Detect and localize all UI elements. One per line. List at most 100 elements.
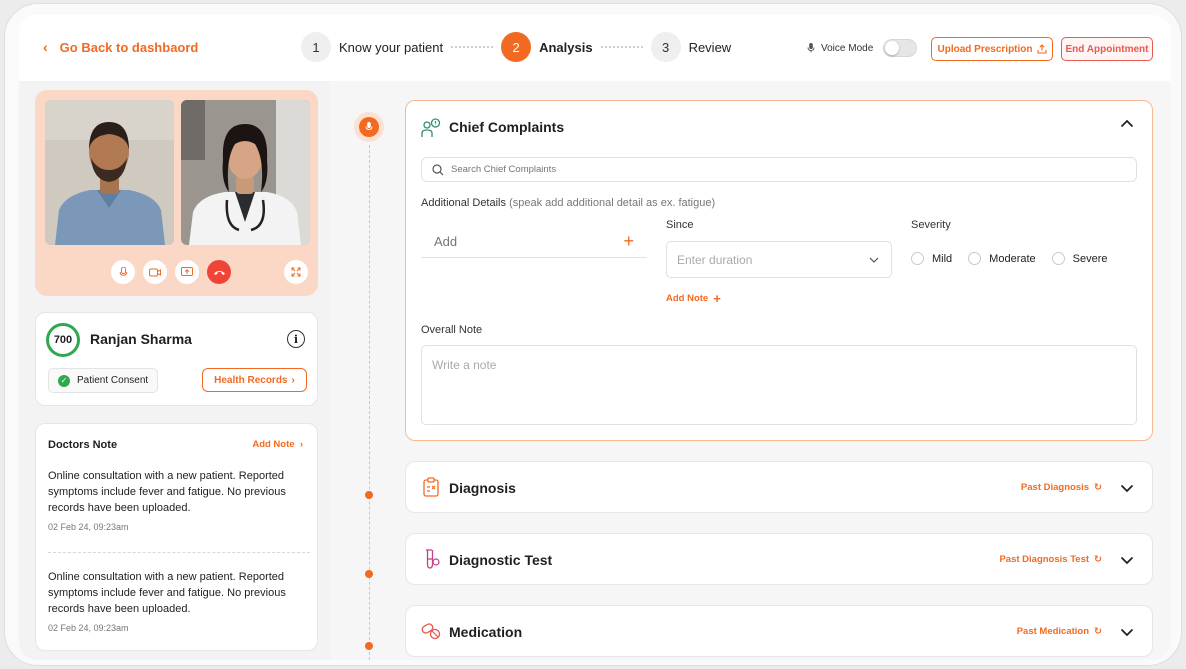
past-diagnosis-test-label: Past Diagnosis Test (999, 554, 1090, 565)
back-to-dashboard-link[interactable]: ‹ Go Back to dashbaord (43, 39, 198, 55)
note-text: Online consultation with a new patient. … (48, 571, 286, 615)
chief-complaints-title: Chief Complaints (449, 119, 565, 135)
add-detail-input[interactable] (434, 234, 584, 249)
note-item: Online consultation with a new patient. … (48, 569, 310, 633)
search-input[interactable] (451, 164, 751, 175)
test-tube-icon (426, 549, 440, 569)
video-call-panel (35, 90, 318, 296)
upload-label: Upload Prescription (937, 43, 1033, 55)
past-diagnosis-link[interactable]: Past Diagnosis ↻ (1021, 482, 1102, 493)
doctors-note-title: Doctors Note (48, 439, 118, 451)
step-label: Review (688, 39, 732, 55)
share-screen-button[interactable] (175, 260, 199, 284)
radio-circle (911, 252, 924, 265)
overall-note-label: Overall Note (421, 324, 483, 336)
note-timestamp: 02 Feb 24, 09:23am (48, 522, 129, 532)
doctor-video-image (181, 100, 310, 245)
medication-section[interactable]: Medication Past Medication ↻ (405, 605, 1153, 657)
refresh-icon: ↻ (1094, 554, 1102, 565)
additional-details-label: Additional Details (speak add additional… (421, 197, 715, 209)
chevron-right-icon: › (297, 439, 303, 450)
timeline-dot (365, 570, 373, 578)
voice-input-indicator[interactable] (354, 112, 384, 142)
patient-video-feed (45, 100, 174, 245)
back-label: Go Back to dashbaord (59, 39, 199, 55)
past-diagnosis-label: Past Diagnosis (1020, 482, 1090, 493)
refresh-icon: ↻ (1094, 626, 1102, 637)
doctor-video-feed (181, 100, 310, 245)
past-medication-link[interactable]: Past Medication ↻ (1017, 626, 1102, 637)
clipboard-icon (423, 477, 439, 497)
step-label: Analysis (539, 39, 593, 55)
past-diagnosis-test-link[interactable]: Past Diagnosis Test ↻ (999, 554, 1102, 565)
duration-select[interactable]: Enter duration (666, 241, 892, 278)
info-icon[interactable]: i (287, 330, 305, 348)
end-appointment-button[interactable]: End Appointment (1061, 37, 1153, 61)
upload-prescription-button[interactable]: Upload Prescription (931, 37, 1053, 61)
severity-moderate-radio[interactable]: Moderate (968, 252, 1036, 265)
diagnostic-test-section[interactable]: Diagnostic Test Past Diagnosis Test ↻ (405, 533, 1153, 585)
refresh-icon: ↻ (1094, 482, 1102, 493)
severity-label: Severity (911, 219, 951, 231)
chevron-down-icon[interactable] (1120, 481, 1134, 496)
past-medication-label: Past Medication (1016, 626, 1090, 637)
microphone-icon (119, 266, 127, 276)
microphone-icon (807, 43, 815, 53)
device-frame: ‹ Go Back to dashbaord 1 Know your patie… (4, 3, 1182, 666)
timeline-line (369, 145, 370, 660)
step-know-your-patient[interactable]: 1 Know your patient (301, 32, 443, 62)
radio-circle (968, 252, 982, 265)
camera-button[interactable] (143, 260, 167, 284)
add-note-button[interactable]: Add Note + (666, 291, 721, 306)
note-text: Online consultation with a new patient. … (48, 470, 286, 514)
add-note-link[interactable]: Add Note › (252, 439, 303, 450)
end-call-button[interactable] (207, 260, 231, 284)
plus-icon[interactable]: + (623, 231, 634, 252)
chief-complaints-card: Chief Complaints Additional Details (spe… (405, 100, 1153, 441)
diagnosis-section[interactable]: Diagnosis Past Diagnosis ↻ (405, 461, 1153, 513)
app-screen: ‹ Go Back to dashbaord 1 Know your patie… (19, 15, 1171, 660)
severity-mild-radio[interactable]: Mild (911, 252, 952, 265)
note-timestamp: 02 Feb 24, 09:23am (48, 623, 129, 633)
share-screen-icon (181, 267, 193, 276)
chevron-left-icon: ‹ (43, 39, 48, 55)
health-records-label: Health Records (214, 374, 288, 386)
health-records-button[interactable]: Health Records › (202, 368, 307, 392)
overall-note-placeholder: Write a note (432, 358, 497, 372)
consent-label: Patient Consent (77, 375, 149, 386)
chevron-down-icon[interactable] (1120, 625, 1134, 640)
mute-button[interactable] (111, 260, 135, 284)
chevron-down-icon (869, 257, 879, 263)
chevron-down-icon[interactable] (1120, 553, 1134, 568)
step-label: Know your patient (339, 39, 444, 55)
radio-circle (1051, 252, 1065, 265)
search-icon (432, 163, 444, 175)
overall-note-textarea[interactable]: Write a note (421, 345, 1137, 425)
diagnostic-test-title: Diagnostic Test (449, 552, 553, 568)
step-number: 1 (301, 32, 331, 62)
patient-card: 700 Ranjan Sharma i ✓ Patient Consent He… (35, 312, 318, 406)
additional-details-text: Additional Details (421, 197, 506, 209)
voice-mode-toggle[interactable] (883, 39, 918, 57)
step-review[interactable]: 3 Review (650, 32, 732, 62)
complaints-icon (421, 118, 441, 137)
step-number: 3 (650, 32, 681, 62)
step-analysis[interactable]: 2 Analysis (501, 32, 593, 62)
step-connector (451, 46, 494, 48)
medication-title: Medication (449, 624, 523, 640)
add-note-label: Add Note (252, 439, 295, 450)
fullscreen-button[interactable] (284, 260, 308, 284)
chief-complaints-search[interactable] (421, 157, 1137, 182)
radio-label: Mild (932, 252, 953, 265)
note-divider (48, 552, 310, 553)
microphone-icon (359, 117, 379, 137)
chevron-up-icon[interactable] (1120, 116, 1134, 131)
add-detail-field[interactable]: + (421, 226, 647, 258)
patient-name: Ranjan Sharma (90, 331, 192, 347)
phone-hangup-icon (213, 270, 225, 275)
doctors-note-card: Doctors Note Add Note › Online consultat… (35, 423, 318, 651)
plus-icon: + (713, 291, 721, 306)
voice-mode: Voice Mode (807, 39, 918, 57)
severity-severe-radio[interactable]: Severe (1051, 252, 1108, 265)
expand-icon (291, 267, 301, 277)
